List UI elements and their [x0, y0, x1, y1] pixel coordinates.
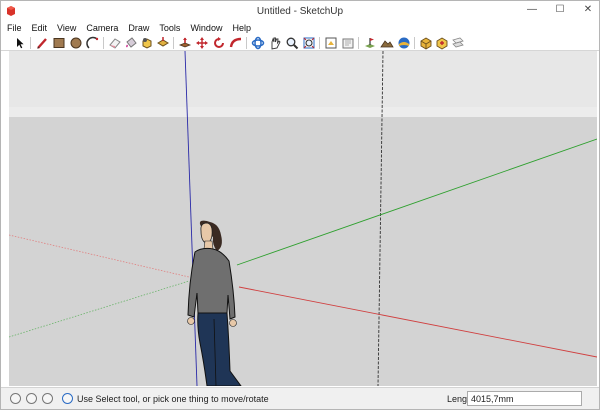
eraser-tool-icon[interactable]: [108, 36, 122, 50]
zoom-tool-icon[interactable]: [285, 36, 299, 50]
menu-tools[interactable]: Tools: [159, 23, 180, 33]
make-group-tool-icon[interactable]: [156, 36, 170, 50]
paint-bucket-tool-icon[interactable]: [124, 36, 138, 50]
3d-warehouse-tool-icon[interactable]: [419, 36, 433, 50]
toolbar-separator: [173, 37, 174, 49]
user-icon[interactable]: [42, 393, 53, 404]
sketchup-window: Untitled - SketchUp — ☐ ✕ File Edit View…: [0, 0, 600, 410]
pan-tool-icon[interactable]: [268, 36, 282, 50]
toolbar-separator: [30, 37, 31, 49]
arc-tool-icon[interactable]: [86, 36, 100, 50]
toolbar-separator: [414, 37, 415, 49]
title-bar: Untitled - SketchUp — ☐ ✕: [1, 1, 599, 21]
help-icon[interactable]: [62, 393, 73, 404]
window-title: Untitled - SketchUp: [256, 6, 344, 17]
menu-draw[interactable]: Draw: [128, 23, 149, 33]
toolbar-separator: [246, 37, 247, 49]
menu-file[interactable]: File: [7, 23, 22, 33]
photo-textures-tool-icon[interactable]: [397, 36, 411, 50]
menu-edit[interactable]: Edit: [32, 23, 48, 33]
main-toolbar: [1, 35, 599, 51]
horizon-band: [9, 107, 597, 117]
status-bar: Use Select tool, or pick one thing to mo…: [1, 387, 599, 409]
rectangle-tool-icon[interactable]: [52, 36, 66, 50]
follow-me-tool-icon[interactable]: [229, 36, 243, 50]
menu-window[interactable]: Window: [190, 23, 222, 33]
select-tool-icon[interactable]: [13, 36, 27, 50]
status-message: Use Select tool, or pick one thing to mo…: [77, 394, 269, 404]
credits-icon[interactable]: [26, 393, 37, 404]
zoom-extents-tool-icon[interactable]: [302, 36, 316, 50]
menu-camera[interactable]: Camera: [86, 23, 118, 33]
toggle-terrain-tool-icon[interactable]: [380, 36, 394, 50]
close-button[interactable]: ✕: [581, 3, 595, 17]
minimize-button[interactable]: —: [525, 3, 539, 17]
make-component-tool-icon[interactable]: [140, 36, 154, 50]
ground: [9, 117, 597, 386]
drawing-viewport[interactable]: [9, 51, 597, 386]
extension-warehouse-tool-icon[interactable]: [435, 36, 449, 50]
maximize-button[interactable]: ☐: [553, 3, 567, 17]
share-model-tool-icon[interactable]: [341, 36, 355, 50]
layout-tool-icon[interactable]: [451, 36, 465, 50]
menu-help[interactable]: Help: [232, 23, 251, 33]
pencil-line-tool-icon[interactable]: [35, 36, 49, 50]
toolbar-separator: [358, 37, 359, 49]
get-models-tool-icon[interactable]: [324, 36, 338, 50]
orbit-tool-icon[interactable]: [251, 36, 265, 50]
geo-location-icon[interactable]: [10, 393, 21, 404]
move-tool-icon[interactable]: [195, 36, 209, 50]
measurements-input[interactable]: [467, 391, 582, 406]
menu-bar: File Edit View Camera Draw Tools Window …: [1, 21, 599, 35]
window-controls: — ☐ ✕: [525, 3, 595, 17]
toolbar-separator: [103, 37, 104, 49]
push-pull-tool-icon[interactable]: [178, 36, 192, 50]
toolbar-separator: [319, 37, 320, 49]
circle-tool-icon[interactable]: [69, 36, 83, 50]
add-location-tool-icon[interactable]: [363, 36, 377, 50]
rotate-tool-icon[interactable]: [212, 36, 226, 50]
scene-canvas[interactable]: [9, 51, 597, 386]
menu-view[interactable]: View: [57, 23, 76, 33]
